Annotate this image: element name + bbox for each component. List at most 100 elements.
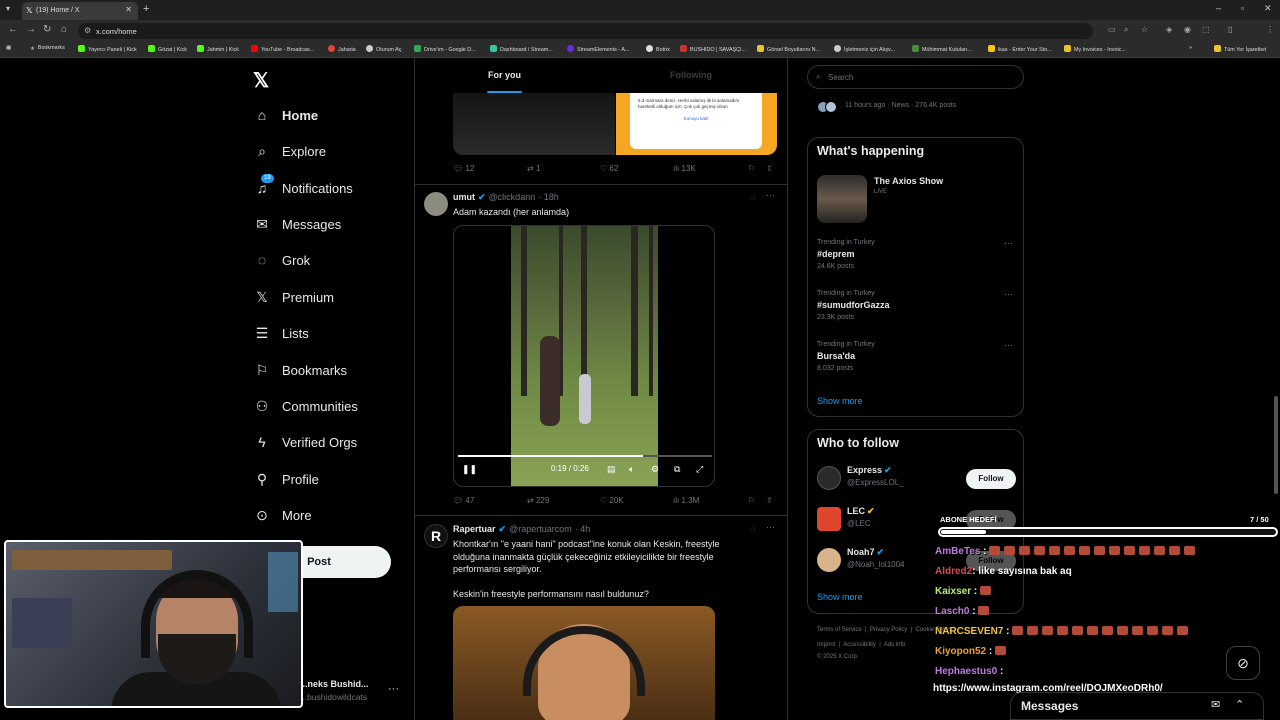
bookmark-item[interactable]: Oturum Aç xyxy=(366,45,401,53)
nav-profile[interactable]: ⚲ Profile xyxy=(254,467,319,491)
trend-more-icon[interactable]: ··· xyxy=(1004,238,1013,248)
star-icon[interactable]: ☆ xyxy=(1141,25,1148,34)
grok-post-icon[interactable]: ◌ xyxy=(750,192,755,202)
expand-icon[interactable]: ⌃ xyxy=(1235,698,1244,711)
like-button[interactable]: ♡ 62 xyxy=(600,164,618,173)
settings-icon[interactable]: ⚙ xyxy=(651,464,659,475)
minimize-icon[interactable]: – xyxy=(1216,3,1221,13)
post-author[interactable]: umut ✔ @clickdann · 18h xyxy=(453,192,559,203)
sidebar-icon[interactable]: ▯ xyxy=(1228,25,1232,34)
follow-button[interactable]: Follow xyxy=(966,469,1016,489)
mute-icon[interactable]: 🔈︎ xyxy=(629,464,634,475)
bookmarks-overflow-icon[interactable]: » xyxy=(1189,45,1192,51)
nav-verified-orgs[interactable]: ϟ Verified Orgs xyxy=(254,430,357,454)
show-more-follow[interactable]: Show more xyxy=(817,592,863,602)
like-button[interactable]: ♡ 20K xyxy=(600,496,624,505)
nav-messages[interactable]: ✉ Messages xyxy=(254,212,341,236)
page-scrollbar[interactable] xyxy=(1273,60,1279,720)
bookmark-item[interactable]: Jahmin | Kick xyxy=(197,45,239,53)
browser-tab[interactable]: 𝕏 (19) Home / X ✕ xyxy=(22,2,138,20)
fullscreen-icon[interactable]: ⤢ xyxy=(696,464,703,475)
tab-search-icon[interactable]: ▾ xyxy=(6,4,10,13)
bookmark-item[interactable]: Jaharia xyxy=(328,45,356,53)
nav-more[interactable]: ⊙ More xyxy=(254,503,312,527)
nav-notifications[interactable]: ♫ 19 Notifications xyxy=(254,174,353,200)
repost-button[interactable]: ⇄ 1 xyxy=(527,164,540,173)
nav-premium[interactable]: 𝕏 Premium xyxy=(254,285,334,309)
pause-icon[interactable]: ❚❚ xyxy=(462,464,477,475)
reply-button[interactable]: 💬︎ 47 xyxy=(453,496,474,505)
search-input[interactable]: ⌕ Search xyxy=(807,65,1024,89)
extension-icon-2[interactable]: ◉ xyxy=(1184,25,1191,34)
nav-grok[interactable]: ◌ Grok xyxy=(254,248,310,272)
bookmark-item[interactable]: Drive'ım - Google D... xyxy=(414,45,476,53)
site-info-icon[interactable]: ⚙ xyxy=(84,26,91,35)
video-progress-bar[interactable] xyxy=(458,455,712,457)
post-image[interactable] xyxy=(453,93,615,155)
trend-item[interactable]: Trending in Turkey #sumudforGazza 23.3K … xyxy=(817,289,1017,321)
grok-float-button[interactable]: ⊘ xyxy=(1226,646,1260,680)
avatar[interactable] xyxy=(424,192,448,216)
trend-item[interactable]: Trending in Turkey #deprem 24.6K posts ·… xyxy=(817,238,1017,270)
repost-button[interactable]: ⇄ 229 xyxy=(527,496,549,505)
post-video[interactable] xyxy=(453,606,715,720)
zoom-icon[interactable]: ⌕ xyxy=(1124,25,1128,35)
tab-close-icon[interactable]: ✕ xyxy=(125,5,132,14)
bookmark-item[interactable]: Gözat | Kick xyxy=(148,45,187,53)
tab-for-you[interactable]: For you xyxy=(488,70,521,80)
window-close-icon[interactable]: ✕ xyxy=(1264,3,1272,14)
extension-icon[interactable]: ◈ xyxy=(1166,25,1172,34)
compose-message-icon[interactable]: ✉ xyxy=(1211,698,1220,711)
footer-link[interactable]: Privacy Policy xyxy=(870,627,907,633)
bookmark-item[interactable]: İşletmeniz için Alışv... xyxy=(834,45,895,53)
puzzle-icon[interactable]: ⬚ xyxy=(1202,25,1210,34)
reply-button[interactable]: 💬︎ 12 xyxy=(453,164,474,173)
share-icon[interactable]: ⇪ xyxy=(766,164,773,173)
bookmark-item[interactable]: Mühimmat Kutuları... xyxy=(912,45,972,53)
account-more-icon[interactable]: ··· xyxy=(388,683,399,695)
post-more-icon[interactable]: ··· xyxy=(766,522,775,532)
bookmark-item[interactable]: My Invoices - Invoic... xyxy=(1064,45,1126,53)
bookmark-item[interactable]: ikas - Enter Your Sto... xyxy=(988,45,1052,53)
x-logo-icon[interactable]: 𝕏 xyxy=(253,68,269,93)
tab-following[interactable]: Following xyxy=(670,70,712,80)
bookmark-folder[interactable]: Tüm Yer İşaretleri xyxy=(1214,45,1266,53)
bookmark-post-icon[interactable]: ⚐ xyxy=(748,164,755,173)
bookmark-item[interactable]: Botrix xyxy=(646,45,670,53)
views-button[interactable]: ılı 1.3M xyxy=(673,496,699,505)
maximize-icon[interactable]: ▫ xyxy=(1241,3,1244,13)
post-author[interactable]: Rapertuar ✔ @rapertuarcom · 4h xyxy=(453,524,590,535)
bookmark-item[interactable]: StreamElements - A... xyxy=(567,45,629,53)
footer-link[interactable]: Imprint xyxy=(817,642,835,648)
address-bar[interactable]: ⚙ x.com/home xyxy=(78,23,1093,39)
views-button[interactable]: ılı 13K xyxy=(673,164,696,173)
nav-lists[interactable]: ☰ Lists xyxy=(254,321,309,345)
trend-more-icon[interactable]: ··· xyxy=(1004,289,1013,299)
post-more-icon[interactable]: ··· xyxy=(766,190,775,200)
reload-icon[interactable]: ↻ xyxy=(43,24,51,35)
footer-link[interactable]: Terms of Service xyxy=(817,627,862,633)
new-tab-icon[interactable]: + xyxy=(143,3,149,15)
nav-bookmarks[interactable]: ⚐ Bookmarks xyxy=(254,358,347,382)
back-icon[interactable]: ← xyxy=(8,24,18,35)
footer-link[interactable]: Accessibility xyxy=(843,642,876,648)
bookmark-item[interactable]: YouTube - Broadcas... xyxy=(251,45,314,53)
nav-explore[interactable]: ⌕ Explore xyxy=(254,139,326,163)
show-more-trends[interactable]: Show more xyxy=(817,396,863,406)
nav-communities[interactable]: ⚇ Communities xyxy=(254,394,358,418)
bookmark-item[interactable]: BUSHIDO | SAVAŞÇI... xyxy=(680,45,746,53)
bookmark-item[interactable]: ★ Bookmarks xyxy=(30,45,65,53)
trend-item[interactable]: Trending in Turkey Bursa'da 8,032 posts … xyxy=(817,340,1017,372)
messages-drawer[interactable]: Messages ✉ ⌃ xyxy=(1010,692,1264,720)
bookmark-post-icon[interactable]: ⚐ xyxy=(748,496,755,505)
trend-more-icon[interactable]: ··· xyxy=(1004,340,1013,350)
scrollbar-thumb[interactable] xyxy=(1274,396,1278,494)
video-player[interactable]: ❚❚ 0:19 / 0:26 ▤ 🔈︎ ⚙ ⧉ ⤢ xyxy=(453,225,715,487)
captions-icon[interactable]: ▤ xyxy=(607,464,616,475)
live-thumbnail[interactable] xyxy=(817,175,867,223)
grok-post-icon[interactable]: ◌ xyxy=(750,524,755,534)
forward-icon[interactable]: → xyxy=(26,24,36,35)
account-name[interactable]: ...neks Bushid... xyxy=(300,679,369,689)
home-browser-icon[interactable]: ⌂ xyxy=(61,24,67,35)
live-title[interactable]: The Axios Show xyxy=(874,176,943,186)
